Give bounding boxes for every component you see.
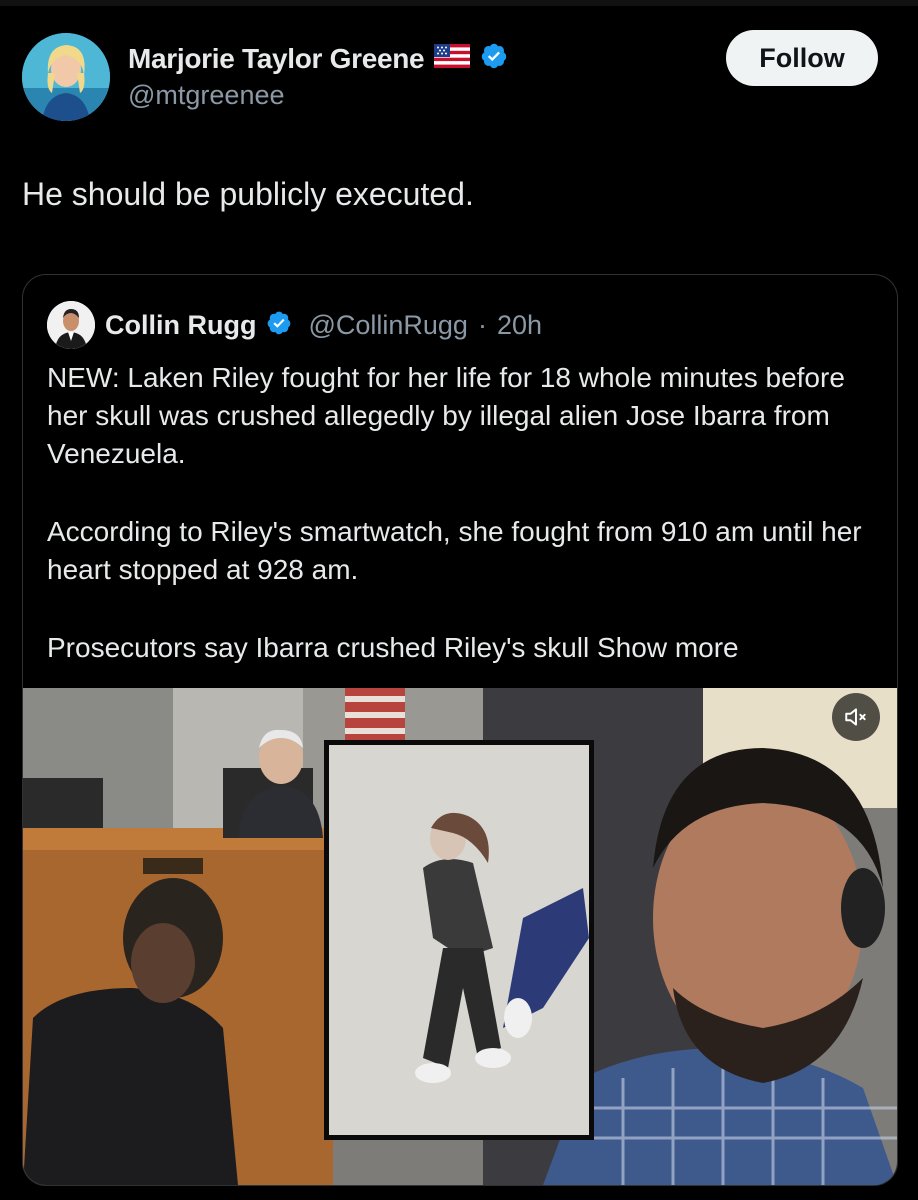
quoted-paragraph: NEW: Laken Riley fought for her life for… <box>47 362 845 469</box>
verified-badge-icon[interactable] <box>266 310 292 341</box>
show-more-link[interactable]: Show more <box>597 632 739 663</box>
tweet-text: He should be publicly executed. <box>22 176 474 212</box>
volume-muted-icon[interactable] <box>832 693 880 741</box>
separator-dot: · <box>477 309 487 340</box>
us-flag-icon <box>434 44 471 73</box>
quoted-tweet-header: Collin Rugg @CollinRugg · 20h <box>47 301 542 349</box>
author-name-row: Marjorie Taylor Greene <box>128 42 508 75</box>
video-frame <box>23 688 897 1185</box>
author-handle[interactable]: @mtgreenee <box>128 80 285 111</box>
quoted-author-avatar[interactable] <box>47 301 95 349</box>
video-media[interactable] <box>23 688 897 1185</box>
quoted-author-handle[interactable]: @CollinRugg <box>308 310 467 341</box>
quoted-tweet-body: NEW: Laken Riley fought for her life for… <box>47 359 877 667</box>
author-avatar[interactable] <box>22 33 110 121</box>
quoted-paragraph: Prosecutors say Ibarra crushed Riley's s… <box>47 629 877 667</box>
follow-button[interactable]: Follow <box>726 30 878 86</box>
author-name[interactable]: Marjorie Taylor Greene <box>128 43 425 75</box>
top-strip <box>0 0 918 6</box>
quoted-author-name[interactable]: Collin Rugg <box>105 310 256 341</box>
quoted-timestamp[interactable]: 20h <box>497 310 542 341</box>
quoted-tweet[interactable]: Collin Rugg @CollinRugg · 20h NEW: Laken… <box>22 274 898 1186</box>
quoted-paragraph: According to Riley's smartwatch, she fou… <box>47 516 862 585</box>
quoted-paragraph-text: Prosecutors say Ibarra crushed Riley's s… <box>47 632 590 663</box>
verified-badge-icon[interactable] <box>480 42 508 75</box>
